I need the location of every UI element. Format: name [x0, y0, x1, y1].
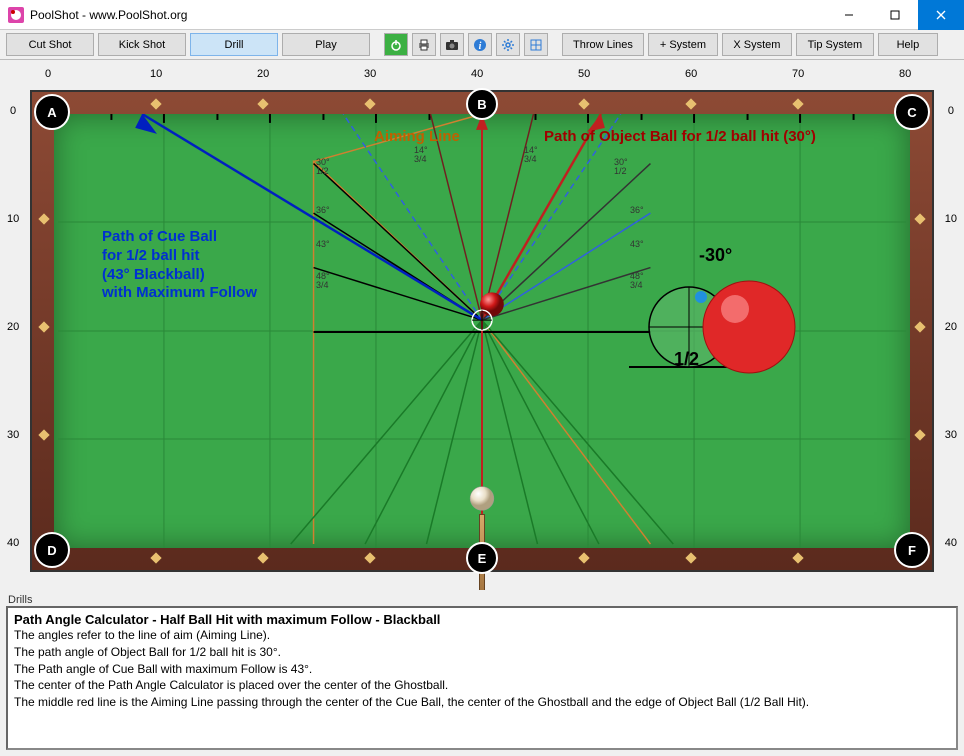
- kick-shot-button[interactable]: Kick Shot: [98, 33, 186, 56]
- minimize-button[interactable]: [826, 0, 872, 30]
- table-frame: 30°1/2 36° 43° 48°3/4 14°3/4 14°3/4 30°1…: [30, 90, 934, 572]
- angle-label: 43°: [316, 240, 330, 249]
- drill-button[interactable]: Drill: [190, 33, 278, 56]
- drills-line: The Path angle of Cue Ball with maximum …: [14, 661, 950, 678]
- window-title: PoolShot - www.PoolShot.org: [24, 8, 826, 22]
- drills-title: Path Angle Calculator - Half Ball Hit wi…: [14, 612, 950, 627]
- info-icon-button[interactable]: i: [468, 33, 492, 56]
- close-button[interactable]: [918, 0, 964, 30]
- ball-overlap-diagram: -30° 1/2: [629, 249, 819, 389]
- pocket-e: E: [466, 542, 498, 574]
- angle-label: 36°: [630, 206, 644, 215]
- camera-icon-button[interactable]: [440, 33, 464, 56]
- drills-line: The center of the Path Angle Calculator …: [14, 677, 950, 694]
- angle-label: 30°1/2: [614, 158, 628, 176]
- main-toolbar: Cut Shot Kick Shot Drill Play i Throw Li…: [0, 30, 964, 60]
- gear-icon-button[interactable]: [496, 33, 520, 56]
- ruler-right: 0 10 20 30 40: [934, 90, 964, 572]
- table-felt: 30°1/2 36° 43° 48°3/4 14°3/4 14°3/4 30°1…: [54, 114, 910, 548]
- cut-shot-button[interactable]: Cut Shot: [6, 33, 94, 56]
- pocket-a: A: [34, 94, 70, 130]
- pocket-d: D: [34, 532, 70, 568]
- aiming-line-label: Aiming Line: [374, 128, 460, 145]
- pocket-b: B: [466, 88, 498, 120]
- plus-system-button[interactable]: + System: [648, 33, 718, 56]
- help-button[interactable]: Help: [878, 33, 938, 56]
- fraction-12-label: 1/2: [674, 349, 699, 370]
- app-icon: [8, 7, 24, 23]
- throw-lines-button[interactable]: Throw Lines: [562, 33, 644, 56]
- pocket-c: C: [894, 94, 930, 130]
- angle-label: 30°1/2: [316, 158, 330, 176]
- ruler-top: 0 10 20 30 40 50 60 70 80: [30, 60, 934, 90]
- window-titlebar: PoolShot - www.PoolShot.org: [0, 0, 964, 30]
- ruler-left: 0 10 20 30 40: [0, 90, 30, 572]
- drills-line: The middle red line is the Aiming Line p…: [14, 694, 950, 711]
- power-icon-button[interactable]: [384, 33, 408, 56]
- pool-table-canvas[interactable]: 0 10 20 30 40 50 60 70 80 0 10 20 30 40 …: [0, 60, 964, 580]
- print-icon-button[interactable]: [412, 33, 436, 56]
- angle-label: 36°: [316, 206, 330, 215]
- x-system-button[interactable]: X System: [722, 33, 792, 56]
- angle-label: 48°3/4: [316, 272, 330, 290]
- object-ball-path-label: Path of Object Ball for 1/2 ball hit (30…: [544, 128, 816, 145]
- maximize-button[interactable]: [872, 0, 918, 30]
- drills-line: The path angle of Object Ball for 1/2 ba…: [14, 644, 950, 661]
- angle-label: 14°3/4: [414, 146, 428, 164]
- pocket-f: F: [894, 532, 930, 568]
- play-button[interactable]: Play: [282, 33, 370, 56]
- angle-label: 43°: [630, 240, 644, 249]
- cue-ball-path-label: Path of Cue Ball for 1/2 ball hit (43° B…: [102, 228, 257, 303]
- drills-panel: Drills Path Angle Calculator - Half Ball…: [0, 590, 964, 756]
- svg-text:i: i: [479, 41, 482, 52]
- angle-label: 14°3/4: [524, 146, 538, 164]
- drills-textbox[interactable]: Path Angle Calculator - Half Ball Hit wi…: [6, 606, 958, 750]
- table-icon-button[interactable]: [524, 33, 548, 56]
- drills-line: The angles refer to the line of aim (Aim…: [14, 627, 950, 644]
- angle-30-label: -30°: [699, 245, 732, 266]
- drills-panel-label: Drills: [6, 594, 958, 606]
- tip-system-button[interactable]: Tip System: [796, 33, 874, 56]
